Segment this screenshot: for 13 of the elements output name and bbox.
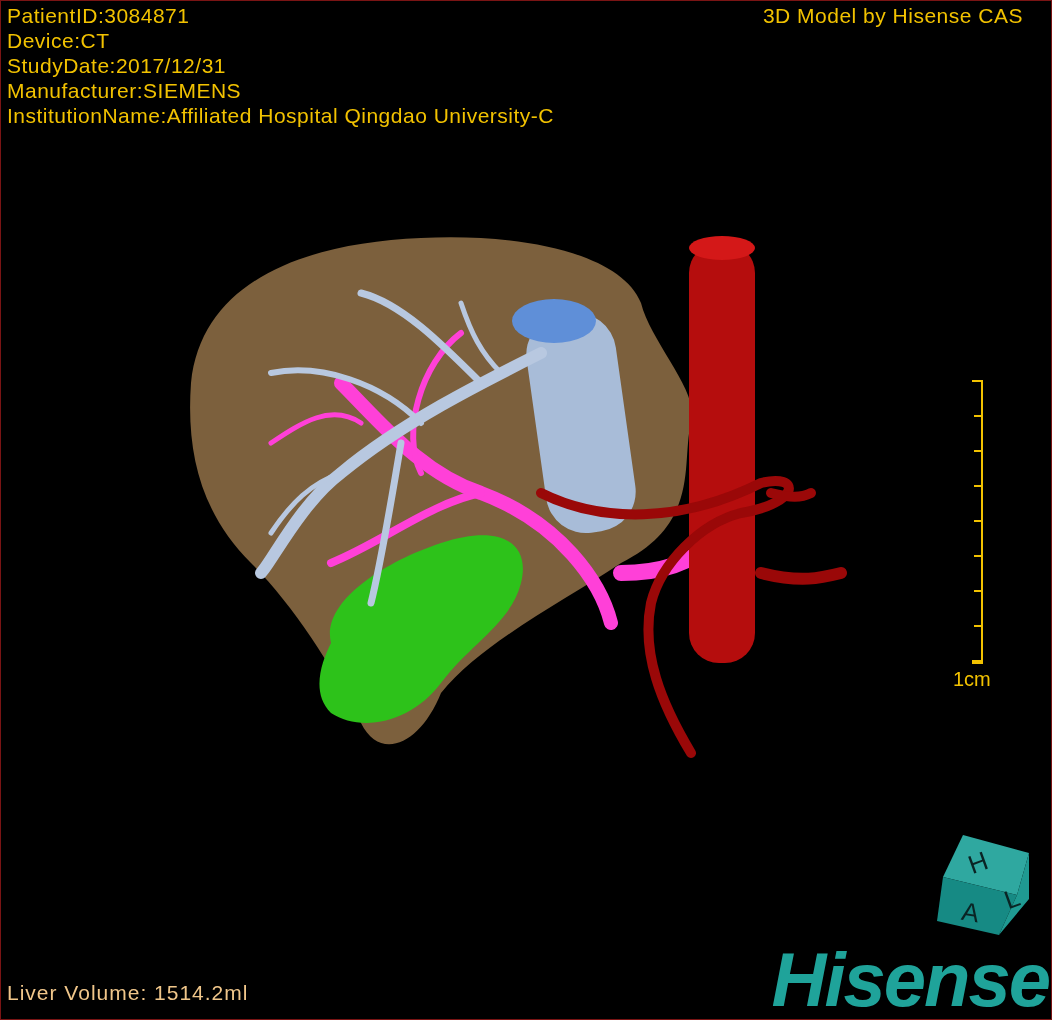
patient-info-line: Manufacturer:SIEMENS bbox=[7, 78, 243, 103]
patient-info-line: PatientID:3084871 bbox=[7, 3, 191, 28]
cube-face-label: L bbox=[1000, 881, 1024, 916]
liver-volume: Liver Volume: 1514.2ml bbox=[7, 981, 249, 1005]
scale-label: 1cm bbox=[953, 668, 991, 690]
viewer-title: 3D Model by Hisense CAS bbox=[762, 3, 1023, 28]
cube-face-label: H bbox=[963, 845, 992, 880]
ruler-icon bbox=[969, 378, 984, 666]
patient-info-line: StudyDate:2017/12/31 bbox=[7, 53, 227, 78]
patient-info-line: InstitutionName:Affiliated Hospital Qingdao University-C bbox=[7, 103, 554, 128]
cube-face-label: A bbox=[959, 895, 982, 929]
brand-logo: Hisense bbox=[771, 945, 1049, 1015]
patient-info-line: Device:CT bbox=[7, 28, 111, 53]
